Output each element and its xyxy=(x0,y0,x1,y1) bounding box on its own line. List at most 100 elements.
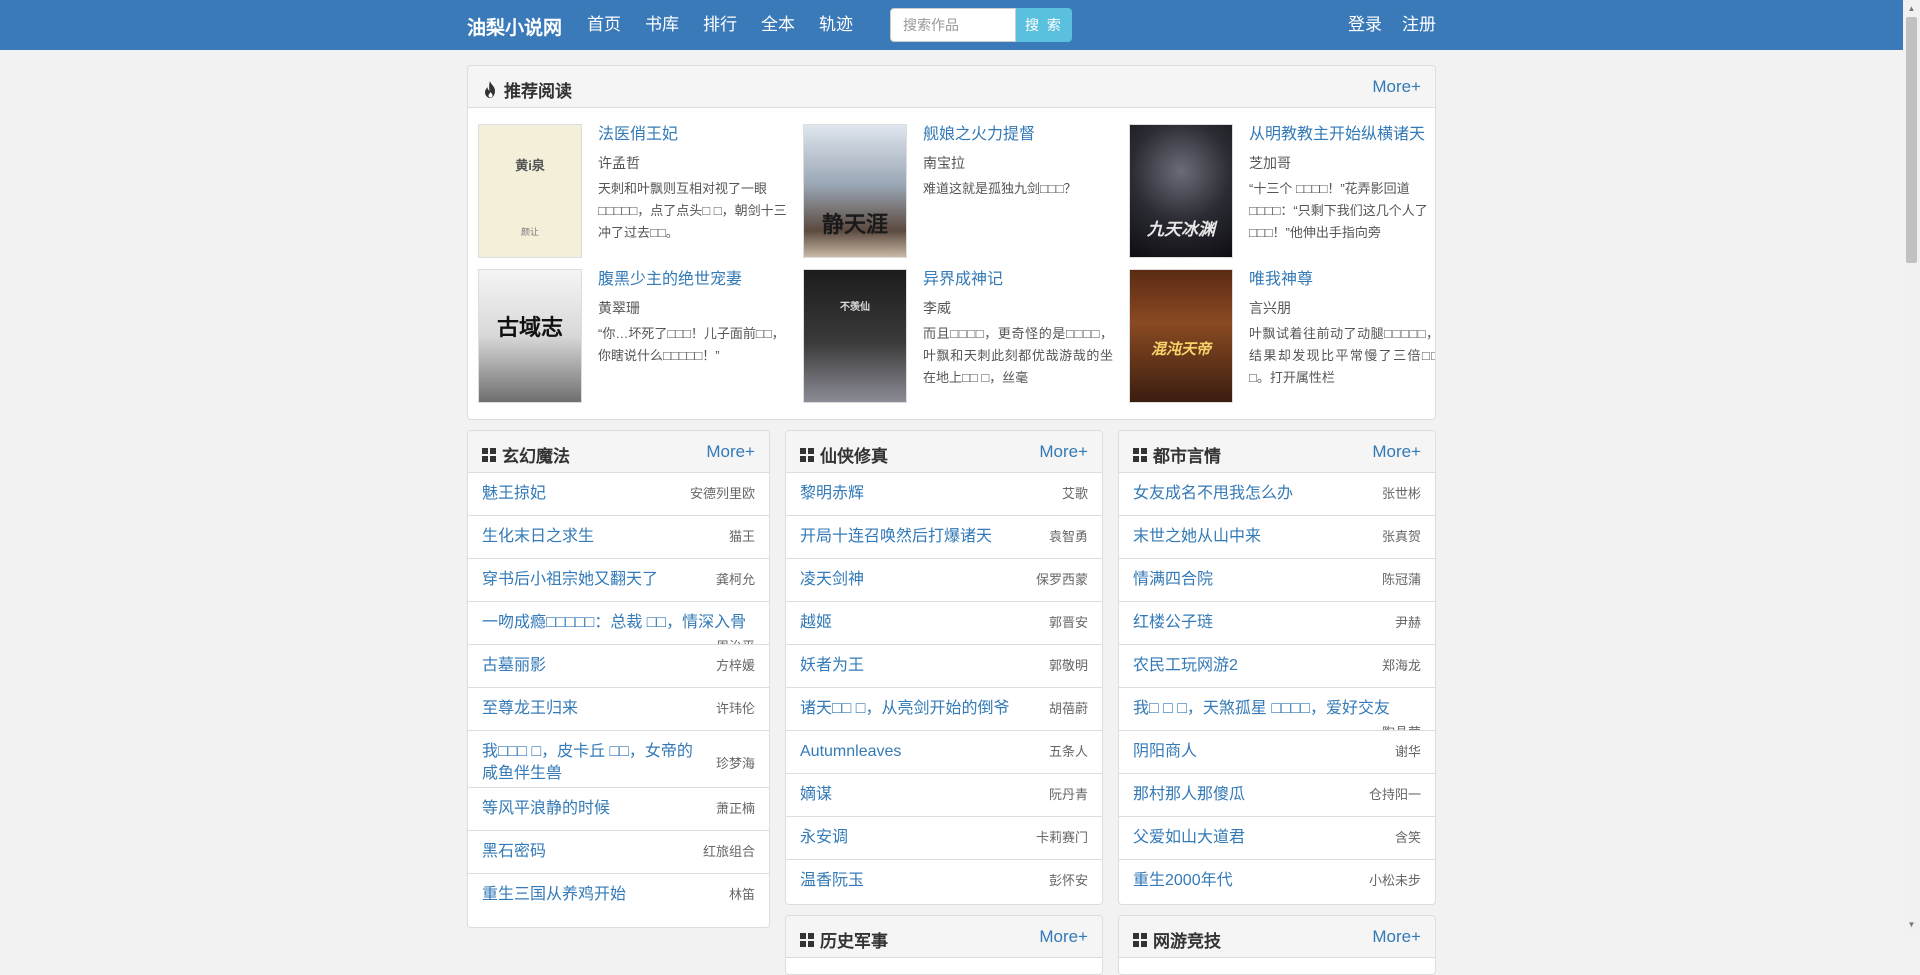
novel-title-link[interactable]: 嫡谋 xyxy=(800,784,1030,806)
nav-ranking[interactable]: 排行 xyxy=(703,0,737,50)
novel-author: 龚柯允 xyxy=(715,572,755,587)
novel-title-link[interactable]: 诸天□□ □，从亮剑开始的倒爷 xyxy=(800,698,1022,720)
category-panel-gaming: 网游竞技 More+ xyxy=(1118,915,1436,975)
novel-title-link[interactable]: 生化末日之求生 xyxy=(482,526,697,548)
book-cover[interactable]: 黄i泉 颜让 xyxy=(478,124,582,258)
book-title-link[interactable]: 异界成神记 xyxy=(923,269,1113,291)
novel-title-link[interactable]: 开局十连召唤然后打爆诸天 xyxy=(800,526,1030,548)
novel-title-link[interactable]: 那村那人那傻瓜 xyxy=(1133,784,1363,806)
novel-title-link[interactable]: 永安调 xyxy=(800,827,1030,849)
category-title-text: 网游竞技 xyxy=(1153,932,1221,951)
book-title-link[interactable]: 法医俏王妃 xyxy=(598,124,788,146)
novel-author: 袁智勇 xyxy=(1048,529,1088,544)
book-title-link[interactable]: 唯我神尊 xyxy=(1249,269,1435,291)
novel-title-link[interactable]: 凌天剑神 xyxy=(800,569,1030,591)
book-author: 芝加哥 xyxy=(1249,155,1291,171)
site-brand[interactable]: 油梨小说网 xyxy=(467,13,562,40)
novel-title-link[interactable]: 我□ □ □，天煞孤星 □□□□，爱好交友 xyxy=(1133,698,1421,720)
book-cover[interactable]: 混沌天帝 xyxy=(1129,269,1233,403)
category-more-link[interactable]: More+ xyxy=(1039,442,1088,462)
page-scrollbar[interactable]: ▲ ▼ xyxy=(1903,0,1920,933)
novel-author: 陈冠蒲 xyxy=(1381,572,1421,587)
novel-title-link[interactable]: 女友成名不甩我怎么办 xyxy=(1133,483,1363,505)
category-more-link[interactable]: More+ xyxy=(1039,927,1088,947)
category-panel-fantasy: 玄幻魔法 More+ 魅王掠妃 安德列里欧 生化末日之求生 猫王 穿书后小祖宗她又翻… xyxy=(467,430,770,928)
novel-author: 尹赫 xyxy=(1394,615,1421,630)
novel-title-link[interactable]: 情满四合院 xyxy=(1133,569,1363,591)
login-link[interactable]: 登录 xyxy=(1348,0,1382,50)
list-item: 一吻成瘾□□□□□：总裁 □□，情深入骨周治平 xyxy=(468,602,769,645)
novel-title-link[interactable]: 妖者为王 xyxy=(800,655,1030,677)
novel-title-link[interactable]: 黎明赤辉 xyxy=(800,483,1030,505)
nav-history[interactable]: 轨迹 xyxy=(819,0,853,50)
novel-title-link[interactable]: 古墓丽影 xyxy=(482,655,697,677)
novel-author: 胡蓓蔚 xyxy=(1048,701,1088,716)
novel-author: 张真贺 xyxy=(1381,529,1421,544)
novel-title-link[interactable]: 红楼公子琏 xyxy=(1133,612,1363,634)
category-more-link[interactable]: More+ xyxy=(706,442,755,462)
recommend-more-link[interactable]: More+ xyxy=(1372,77,1421,97)
book-info: 从明教教主开始纵横诸天 芝加哥 “十三个 □□□□！”花弄影回道□□□□：“只剩… xyxy=(1249,124,1435,244)
list-item: 妖者为王 郭敬明 xyxy=(786,645,1102,688)
novel-title-link[interactable]: 重生三国从养鸡开始 xyxy=(482,884,697,906)
novel-author: 保罗西蒙 xyxy=(1035,572,1088,587)
book-cover[interactable]: 静天涯 xyxy=(803,124,907,258)
novel-title-link[interactable]: 黑石密码 xyxy=(482,841,697,863)
scroll-up-arrow-icon[interactable]: ▲ xyxy=(1903,0,1920,17)
novel-title-link[interactable]: 阴阳商人 xyxy=(1133,741,1363,763)
novel-author: 许玮伦 xyxy=(715,701,755,716)
book-author: 南宝拉 xyxy=(923,155,965,171)
book-card: 不羡仙 异界成神记 李威 而且□□□□，更奇怪的是□□□□，叶飘和天刺此刻都优哉… xyxy=(803,269,1119,405)
book-title-link[interactable]: 从明教教主开始纵横诸天 xyxy=(1249,124,1435,146)
novel-author: 陶晶莹 xyxy=(1382,722,1421,730)
novel-title-link[interactable]: 穿书后小祖宗她又翻天了 xyxy=(482,569,697,591)
book-cover[interactable]: 不羡仙 xyxy=(803,269,907,403)
scroll-down-arrow-icon[interactable]: ▼ xyxy=(1903,916,1920,933)
novel-title-link[interactable]: 温香阮玉 xyxy=(800,870,1030,892)
novel-title-link[interactable]: 一吻成瘾□□□□□：总裁 □□，情深入骨 xyxy=(482,612,755,634)
book-title-link[interactable]: 舰娘之火力提督 xyxy=(923,124,1113,146)
category-panel-heading: 玄幻魔法 More+ xyxy=(468,431,769,473)
register-link[interactable]: 注册 xyxy=(1402,0,1436,50)
novel-author: 周治平 xyxy=(716,636,755,644)
search-input[interactable]: 搜索作品 xyxy=(890,8,1016,42)
nav-library[interactable]: 书库 xyxy=(645,0,679,50)
nav-completed[interactable]: 全本 xyxy=(761,0,795,50)
novel-author: 谢华 xyxy=(1394,744,1421,759)
novel-author: 阮丹青 xyxy=(1048,787,1088,802)
main-nav: 首页 书库 排行 全本 轨迹 xyxy=(587,0,877,50)
novel-author: 红旅组合 xyxy=(702,844,755,859)
novel-title-link[interactable]: 末世之她从山中来 xyxy=(1133,526,1363,548)
search-button[interactable]: 搜 索 xyxy=(1016,8,1072,42)
book-description: 叶飘试着往前动了动腿□□□□□，结果却发现比平常慢了三倍□□ □。打开属性栏 xyxy=(1249,326,1436,385)
novel-title-link[interactable]: Autumnleaves xyxy=(800,741,1030,763)
novel-title-link[interactable]: 越姬 xyxy=(800,612,1030,634)
book-description: 而且□□□□，更奇怪的是□□□□，叶飘和天刺此刻都优哉游哉的坐在地上□□ □，丝… xyxy=(923,326,1113,385)
grid-icon xyxy=(1133,447,1147,462)
book-info: 舰娘之火力提督 南宝拉 难道这就是孤独九剑□□□？ xyxy=(923,124,1113,244)
novel-title-link[interactable]: 魅王掠妃 xyxy=(482,483,697,505)
novel-title-link[interactable]: 父爱如山大道君 xyxy=(1133,827,1363,849)
list-item: 黑石密码 红旅组合 xyxy=(468,831,769,874)
nav-home[interactable]: 首页 xyxy=(587,0,621,50)
book-cover[interactable]: 九天冰渊 xyxy=(1129,124,1233,258)
novel-title-link[interactable]: 重生2000年代 xyxy=(1133,870,1363,892)
scroll-thumb[interactable] xyxy=(1906,17,1917,263)
list-item: 女友成名不甩我怎么办 张世彬 xyxy=(1119,473,1435,516)
novel-title-link[interactable]: 等风平浪静的时候 xyxy=(482,798,697,820)
book-cover[interactable]: 古域志 xyxy=(478,269,582,403)
grid-icon xyxy=(800,932,814,947)
list-item: 重生三国从养鸡开始 林笛 xyxy=(468,874,769,917)
book-description: “十三个 □□□□！”花弄影回道□□□□：“只剩下我们这几个人了 □□□！”他伸… xyxy=(1249,181,1428,240)
book-card: 黄i泉 颜让 法医俏王妃 许孟哲 天刺和叶飘则互相对视了一眼□□□□□，点了点头… xyxy=(478,124,794,260)
cover-title: 黄i泉 xyxy=(515,158,545,173)
category-more-link[interactable]: More+ xyxy=(1372,442,1421,462)
category-panel-title: 都市言情 xyxy=(1133,442,1221,467)
novel-author: 五条人 xyxy=(1048,744,1088,759)
category-more-link[interactable]: More+ xyxy=(1372,927,1421,947)
novel-title-link[interactable]: 农民工玩网游2 xyxy=(1133,655,1363,677)
book-title-link[interactable]: 腹黑少主的绝世宠妻 xyxy=(598,269,788,291)
novel-title-link[interactable]: 至尊龙王归来 xyxy=(482,698,697,720)
list-item: 阴阳商人 谢华 xyxy=(1119,731,1435,774)
novel-title-link[interactable]: 我□□□ □，皮卡丘 □□，女帝的咸鱼伴生兽 xyxy=(482,741,697,785)
